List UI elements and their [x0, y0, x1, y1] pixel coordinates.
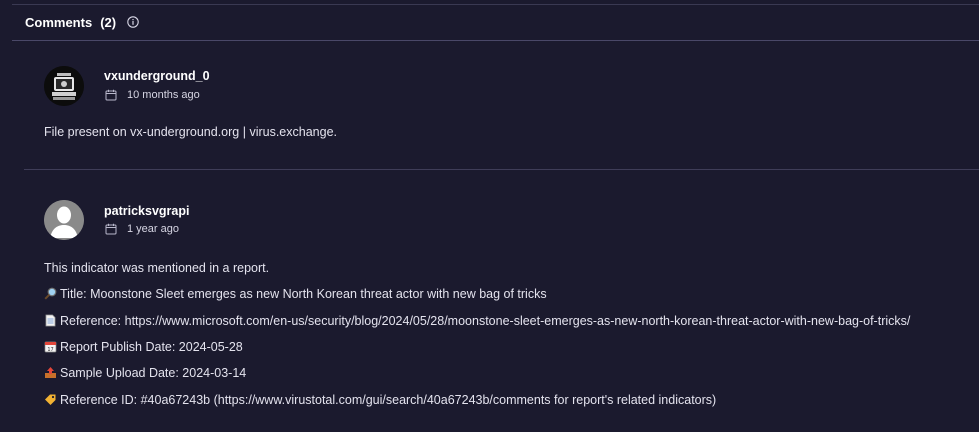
comment-line: Reference ID: #40a67243b (https://www.vi… — [44, 393, 716, 407]
line-text: Report Publish Date: 2024-05-28 — [60, 340, 243, 354]
comment-divider — [24, 169, 979, 170]
avatar[interactable] — [44, 66, 84, 106]
comment-meta: 10 months ago — [105, 89, 200, 101]
comment-line: Reference: https://www.microsoft.com/en-… — [44, 314, 910, 328]
comment-line: Title: Moonstone Sleet emerges as new No… — [44, 287, 547, 301]
comment-username[interactable]: patricksvgrapi — [104, 204, 189, 218]
info-icon[interactable] — [127, 16, 139, 28]
comment-line: 17 Report Publish Date: 2024-05-28 — [44, 340, 243, 354]
line-text: This indicator was mentioned in a report… — [44, 261, 270, 275]
avatar[interactable] — [44, 200, 84, 240]
top-divider — [12, 4, 979, 5]
calendar-emoji-icon: 17 — [44, 341, 57, 353]
outbox-icon — [45, 367, 56, 378]
line-text: Reference ID: #40a67243b (https://www.vi… — [60, 393, 717, 407]
page-icon — [45, 314, 56, 327]
comment-line: Sample Upload Date: 2024-03-14 — [44, 366, 246, 380]
calendar-icon — [105, 89, 117, 101]
svg-text:17: 17 — [47, 347, 53, 353]
comment-time: 1 year ago — [127, 223, 179, 235]
header-divider — [12, 40, 979, 41]
comment-time: 10 months ago — [127, 89, 200, 101]
comments-count: (2) — [100, 14, 117, 30]
line-text: Reference: https://www.microsoft.com/en-… — [60, 314, 911, 328]
comment-line: This indicator was mentioned in a report… — [44, 261, 269, 275]
line-text: Title: Moonstone Sleet emerges as new No… — [60, 287, 547, 301]
label-tag-icon — [45, 394, 56, 405]
magnifier-icon — [44, 287, 57, 300]
user-silhouette-icon — [44, 200, 84, 240]
calendar-icon — [105, 223, 117, 235]
comment-meta: 1 year ago — [105, 223, 179, 235]
comments-title: Comments — [25, 14, 93, 30]
vxunderground-logo-icon — [44, 66, 84, 106]
line-text: Sample Upload Date: 2024-03-14 — [60, 366, 247, 380]
comments-header: Comments (2) — [25, 13, 139, 31]
comment-text: File present on vx-underground.org | vir… — [44, 125, 337, 139]
comment-username[interactable]: vxunderground_0 — [104, 69, 210, 83]
